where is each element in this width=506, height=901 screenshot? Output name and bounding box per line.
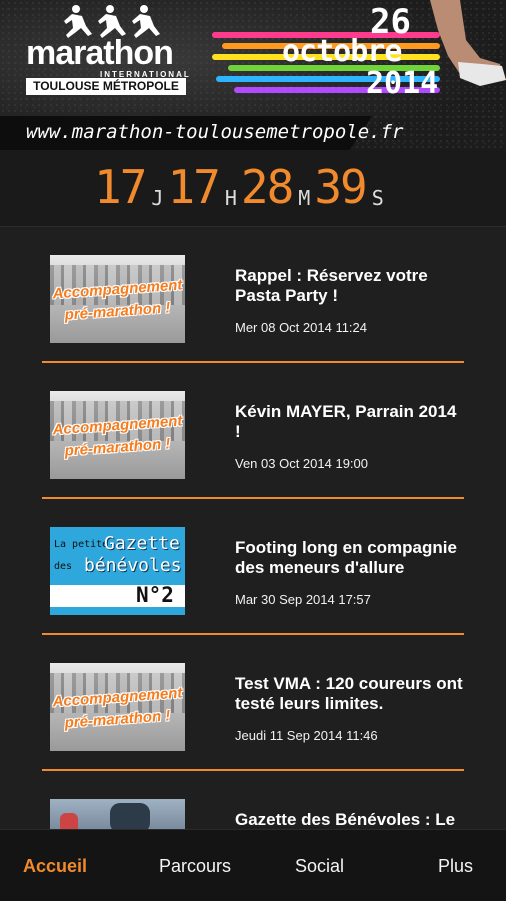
gazette-sub: bénévoles	[84, 555, 182, 576]
logo-city: TOULOUSE MÉTROPOLE	[26, 78, 186, 95]
news-thumbnail: Accompagnement pré-marathon !	[50, 663, 185, 751]
countdown-days: 17	[94, 160, 147, 214]
news-date: Ven 03 Oct 2014 19:00	[235, 456, 368, 471]
news-item[interactable]: Accompagnement pré-marathon ! Test VMA : 1…	[42, 635, 464, 771]
news-date: Mer 08 Oct 2014 11:24	[235, 320, 368, 335]
nav-accueil[interactable]: Accueil	[23, 856, 87, 877]
event-year: 2014	[366, 66, 439, 101]
countdown-hours: 17	[167, 160, 220, 214]
countdown-seconds: 39	[314, 160, 367, 214]
news-thumbnail: Accompagnement pré-marathon !	[50, 255, 185, 343]
event-month: octobre	[282, 34, 402, 69]
news-item[interactable]: Gazette des Bénévoles : Le	[42, 771, 464, 829]
news-item[interactable]: Accompagnement pré-marathon ! Rappel : Rés…	[42, 227, 464, 363]
countdown-minutes: 28	[240, 160, 294, 214]
news-item[interactable]: La petite Gazette des bénévoles N°2 Footing l…	[42, 499, 464, 635]
gazette-la: La petite	[54, 539, 109, 550]
countdown: 17 J 17 H 28 M 39 S	[0, 150, 506, 227]
news-item[interactable]: Accompagnement pré-marathon ! Kévin MAYER,…	[42, 363, 464, 499]
website-url[interactable]: www.marathon-toulousemetropole.fr	[26, 121, 404, 143]
news-thumbnail: Accompagnement pré-marathon !	[50, 391, 185, 479]
thumb-runner	[110, 803, 150, 829]
nav-plus[interactable]: Plus	[438, 856, 473, 877]
thumb-runner	[60, 813, 78, 829]
news-date: Mar 30 Sep 2014 17:57	[235, 592, 371, 607]
header-banner: marathon INTERNATIONAL TOULOUSE MÉTROPOL…	[0, 0, 506, 150]
countdown-row: 17 J 17 H 28 M 39 S	[94, 164, 388, 210]
logo-word: marathon	[26, 34, 174, 72]
nav-parcours[interactable]: Parcours	[159, 856, 231, 877]
countdown-minutes-unit: M	[298, 186, 311, 210]
news-date: Jeudi 11 Sep 2014 11:46	[235, 728, 378, 743]
news-title[interactable]: Kévin MAYER, Parrain 2014 !	[235, 402, 464, 442]
news-title[interactable]: Rappel : Réservez votre Pasta Party !	[235, 266, 464, 306]
nav-social[interactable]: Social	[295, 856, 344, 877]
countdown-days-unit: J	[151, 186, 164, 210]
news-thumbnail: La petite Gazette des bénévoles N°2	[50, 527, 185, 615]
bottom-nav: Accueil Parcours Social Plus	[0, 829, 506, 901]
news-title[interactable]: Test VMA : 120 coureurs ont testé leurs …	[235, 674, 464, 714]
gazette-title: Gazette	[104, 533, 180, 554]
countdown-seconds-unit: S	[371, 186, 384, 210]
news-title[interactable]: Footing long en compagnie des meneurs d'…	[235, 538, 464, 578]
news-list[interactable]: Accompagnement pré-marathon ! Rappel : Rés…	[0, 227, 506, 829]
gazette-des: des	[54, 561, 73, 572]
gazette-number: N°2	[136, 583, 174, 607]
news-title[interactable]: Gazette des Bénévoles : Le	[235, 810, 464, 829]
news-thumbnail	[50, 799, 185, 829]
countdown-hours-unit: H	[224, 186, 237, 210]
